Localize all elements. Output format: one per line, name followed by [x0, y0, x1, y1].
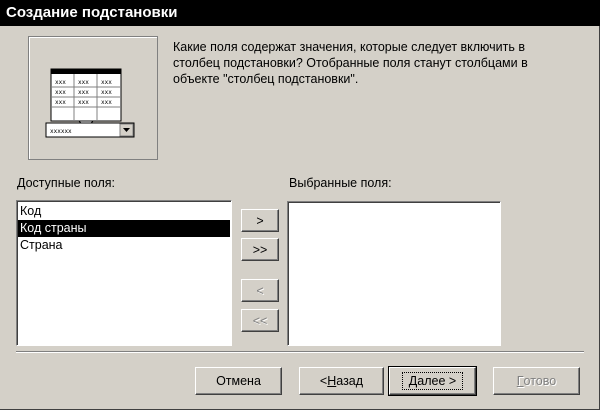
grid-cell-text: xxx [78, 79, 89, 86]
back-button[interactable]: < Назад [299, 367, 384, 395]
remove-all-fields-button[interactable]: << [241, 309, 279, 332]
grid-cell-text: xxx [101, 99, 112, 106]
available-fields-label: Доступные поля: [17, 176, 115, 190]
combo-text: xxxxxx [50, 128, 72, 135]
footer-separator [16, 351, 584, 353]
back-mnemonic: Н [327, 374, 337, 388]
list-item-country-code[interactable]: Код страны [18, 220, 230, 237]
selected-fields-label: Выбранные поля: [289, 176, 392, 190]
table-combo-illustration: xxx xxx xxx xxx xxx xxx xxx xxx xxx xxxx… [45, 68, 135, 138]
finish-mnemonic: Г [516, 374, 524, 388]
available-fields-list[interactable]: Код Код страны Страна [16, 200, 232, 346]
back-label-prefix: < [319, 374, 328, 388]
list-item-country[interactable]: Страна [18, 237, 230, 254]
wizard-illustration: xxx xxx xxx xxx xxx xxx xxx xxx xxx xxxx… [28, 36, 158, 160]
grid-cell-text: xxx [78, 99, 89, 106]
list-item-code[interactable]: Код [18, 203, 230, 220]
grid-cell-text: xxx [101, 89, 112, 96]
grid-cell-text: xxx [55, 79, 66, 86]
next-mnemonic: Д [408, 374, 418, 388]
next-button[interactable]: Далее > [388, 366, 477, 396]
selected-fields-list[interactable] [287, 201, 501, 346]
add-field-button[interactable]: > [241, 209, 279, 232]
add-all-fields-button[interactable]: >> [241, 238, 279, 261]
next-label-rest: алее > [417, 374, 457, 388]
grid-cell-text: xxx [101, 79, 112, 86]
title-bar: Создание подстановки [0, 0, 600, 26]
wizard-description: Какие поля содержат значения, которые сл… [173, 40, 528, 86]
next-focus-rect: Далее > [401, 372, 464, 390]
finish-button[interactable]: Готово [493, 367, 580, 395]
cancel-button[interactable]: Отмена [195, 367, 282, 395]
grid-cell-text: xxx [55, 99, 66, 106]
finish-label-rest: отово [523, 374, 557, 388]
grid-cell-text: xxx [78, 89, 89, 96]
grid-cell-text: xxx [55, 89, 66, 96]
remove-field-button[interactable]: < [241, 279, 279, 302]
lookup-wizard-dialog: Создание подстановки xxx xxx xxx xxx xxx… [0, 0, 600, 410]
back-label-rest: азад [336, 374, 364, 388]
